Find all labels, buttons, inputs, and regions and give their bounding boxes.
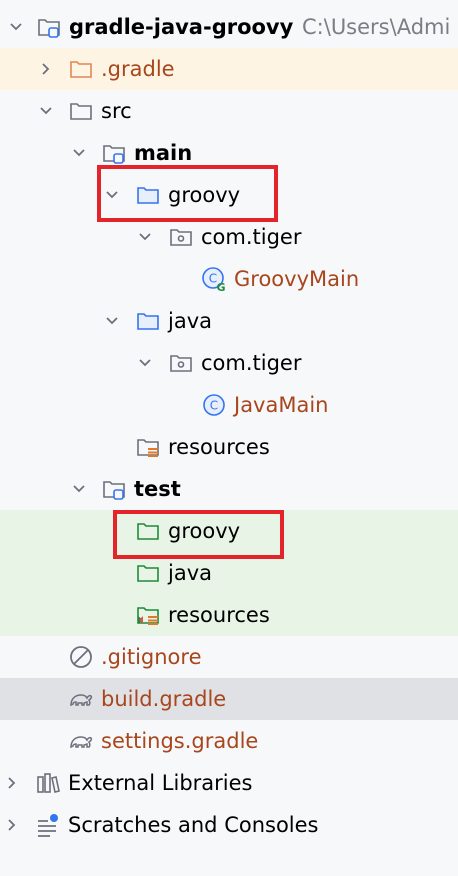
tree-row-groovy-main[interactable]: CG GroovyMain (0, 258, 458, 300)
package-icon (168, 350, 194, 376)
tree-row-gradle-dir[interactable]: .gradle (0, 48, 458, 90)
build-gradle-label: build.gradle (101, 687, 227, 711)
folder-icon (68, 98, 94, 124)
gradle-elephant-icon (68, 686, 94, 712)
tree-row-src[interactable]: src (0, 90, 458, 132)
project-name: gradle-java-groovy (69, 15, 294, 39)
module-folder-icon (101, 476, 127, 502)
tree-row-test-resources[interactable]: resources (0, 594, 458, 636)
package-icon (168, 224, 194, 250)
groovy-main-label: GroovyMain (234, 267, 360, 291)
test-folder-icon (135, 560, 161, 586)
tree-row-main-resources[interactable]: resources (0, 426, 458, 468)
module-folder-icon (101, 140, 127, 166)
test-java-label: java (168, 561, 212, 585)
tree-row-java-main[interactable]: C JavaMain (0, 384, 458, 426)
chevron-down-icon[interactable] (69, 143, 89, 163)
groovy-class-icon: CG (201, 266, 227, 292)
gitignore-label: .gitignore (101, 645, 202, 669)
tree-row-test[interactable]: test (0, 468, 458, 510)
folder-icon (68, 56, 94, 82)
tree-row-external-libraries[interactable]: External Libraries (0, 762, 458, 804)
chevron-down-icon[interactable] (69, 479, 89, 499)
main-resources-label: resources (168, 435, 270, 459)
tree-row-project-root[interactable]: gradle-java-groovy C:\Users\Admi (0, 6, 458, 48)
tree-row-main-java[interactable]: java (0, 300, 458, 342)
highlight-box-test-groovy (113, 510, 284, 559)
chevron-right-icon[interactable] (2, 773, 22, 793)
tree-row-main-groovy-package[interactable]: com.tiger (0, 216, 458, 258)
libraries-icon (35, 770, 61, 796)
tree-row-main-java-package[interactable]: com.tiger (0, 342, 458, 384)
settings-gradle-label: settings.gradle (101, 729, 259, 753)
class-icon: C (201, 392, 227, 418)
chevron-down-icon[interactable] (36, 101, 56, 121)
svg-text:C: C (210, 399, 218, 413)
svg-text:G: G (216, 281, 225, 292)
module-folder-icon (36, 14, 62, 40)
java-main-label: JavaMain (234, 393, 329, 417)
chevron-down-icon[interactable] (135, 353, 155, 373)
chevron-down-icon[interactable] (102, 311, 122, 331)
gradle-dir-label: .gradle (101, 57, 175, 81)
test-label: test (134, 477, 181, 501)
project-path: C:\Users\Admi (302, 15, 451, 39)
package-label: com.tiger (201, 351, 302, 375)
highlight-box-main-groovy (97, 165, 278, 222)
scratches-label: Scratches and Consoles (68, 813, 319, 837)
src-label: src (101, 99, 132, 123)
main-java-label: java (168, 309, 212, 333)
chevron-down-icon[interactable] (135, 227, 155, 247)
scratches-icon (35, 812, 61, 838)
tree-row-build-gradle[interactable]: build.gradle (0, 678, 458, 720)
main-label: main (134, 141, 193, 165)
package-label: com.tiger (201, 225, 302, 249)
external-libraries-label: External Libraries (68, 771, 253, 795)
ignore-file-icon (68, 644, 94, 670)
chevron-right-icon[interactable] (36, 59, 56, 79)
resources-folder-icon (135, 434, 161, 460)
tree-row-scratches[interactable]: Scratches and Consoles (0, 804, 458, 846)
tree-row-gitignore[interactable]: .gitignore (0, 636, 458, 678)
source-folder-icon (135, 308, 161, 334)
gradle-elephant-icon (68, 728, 94, 754)
test-resources-folder-icon (135, 602, 161, 628)
chevron-down-icon[interactable] (6, 17, 26, 37)
tree-row-settings-gradle[interactable]: settings.gradle (0, 720, 458, 762)
test-resources-label: resources (168, 603, 270, 627)
chevron-right-icon[interactable] (2, 815, 22, 835)
